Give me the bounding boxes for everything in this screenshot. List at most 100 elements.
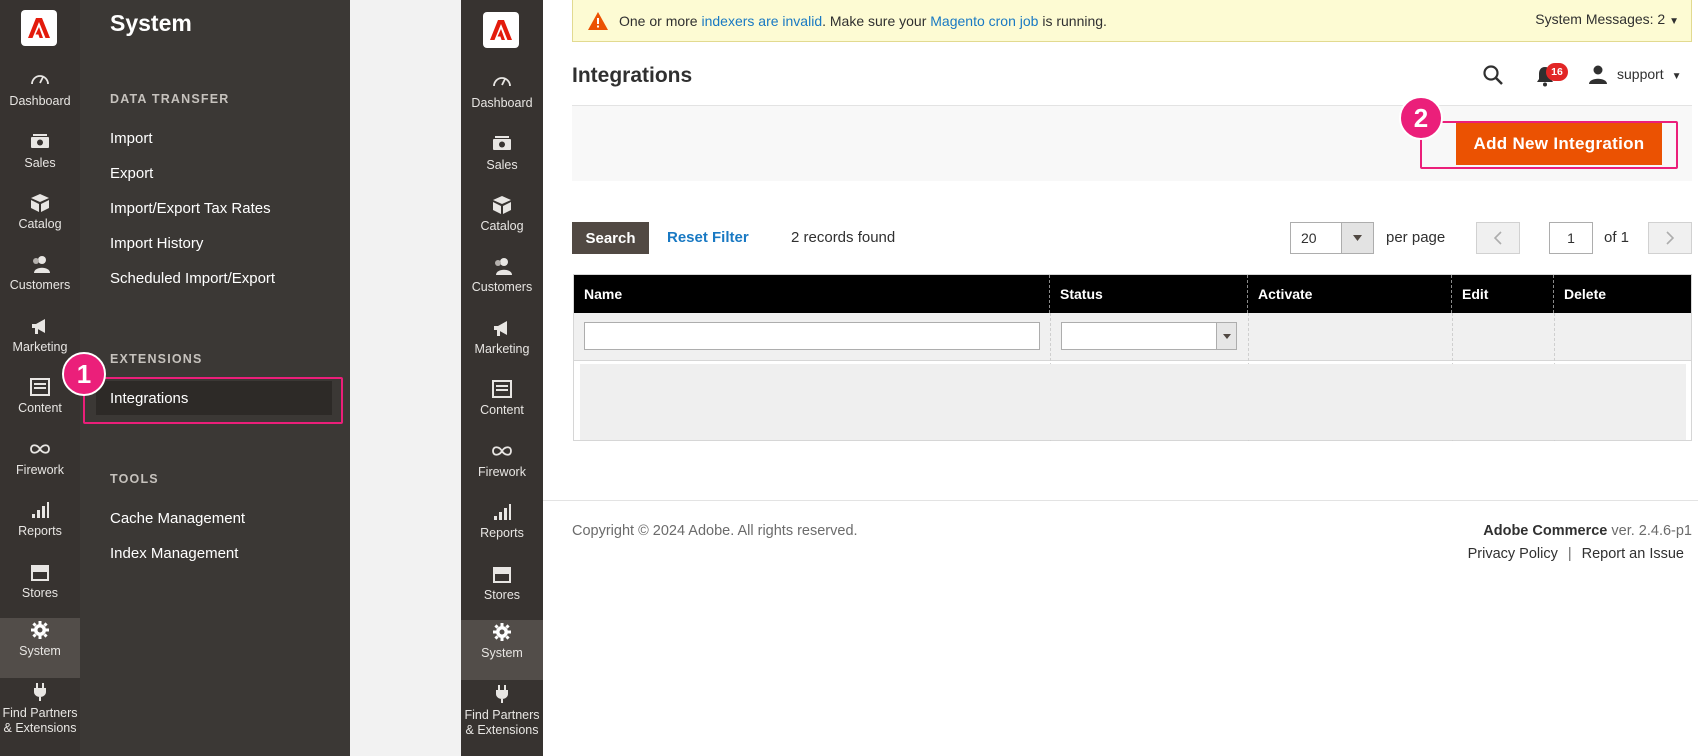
nav-item-label: System (481, 646, 523, 660)
column-header-edit: Edit (1452, 275, 1554, 313)
page-title: Integrations (572, 64, 693, 87)
status-filter-select[interactable] (1061, 322, 1237, 350)
table-row[interactable] (580, 402, 1686, 440)
nav-item-label: Firework (478, 465, 526, 479)
system-messages-count[interactable]: System Messages: 2 ▼ (1535, 11, 1679, 27)
reports-icon (492, 500, 512, 526)
indexers-link[interactable]: indexers are invalid (701, 13, 822, 29)
menu-import[interactable]: Import (110, 130, 153, 147)
sales-icon (30, 130, 50, 156)
adobe-logo-icon[interactable] (483, 12, 519, 48)
footer-links: Privacy Policy | Report an Issue (1467, 546, 1684, 562)
previous-page-button[interactable] (1476, 222, 1520, 254)
plug-icon (492, 682, 512, 708)
nav-item-dashboard[interactable]: Dashboard (0, 68, 80, 128)
column-header-name[interactable]: Name (574, 275, 1050, 313)
dashboard-icon (30, 68, 50, 94)
nav-item-label: Catalog (480, 219, 524, 233)
search-button[interactable]: Search (572, 222, 649, 254)
adobe-logo-icon[interactable] (21, 10, 57, 46)
nav-item-dashboard[interactable]: Dashboard (461, 70, 543, 130)
system-flyout-menu: System DATA TRANSFER Import Export Impor… (80, 0, 350, 756)
chevron-down-icon: ▼ (1669, 16, 1679, 27)
notification-badge: 16 (1546, 63, 1568, 81)
cron-job-link[interactable]: Magento cron job (930, 13, 1038, 29)
nav-item-label: Find Partners & Extensions (2, 706, 78, 735)
chevron-down-icon (1216, 323, 1236, 349)
chevron-right-icon (1666, 231, 1674, 245)
nav-item-system[interactable]: System (0, 618, 80, 678)
next-page-button[interactable] (1648, 222, 1692, 254)
nav-item-label: System (19, 644, 61, 658)
nav-item-catalog[interactable]: Catalog (461, 193, 543, 253)
nav-item-label: Content (18, 401, 62, 415)
nav-item-label: Catalog (18, 217, 62, 231)
add-new-integration-button[interactable]: Add New Integration (1456, 123, 1662, 165)
per-page-select[interactable]: 20 (1290, 222, 1374, 254)
nav-item-reports[interactable]: Reports (0, 498, 80, 558)
nav-item-partners[interactable]: Find Partners & Extensions (0, 680, 80, 750)
integrations-grid: Name Status Activate Edit Delete (573, 274, 1692, 441)
screenshot-gap (350, 0, 461, 756)
nav-item-system[interactable]: System (461, 620, 543, 680)
nav-item-sales[interactable]: Sales (0, 130, 80, 190)
footer-divider (543, 500, 1698, 501)
grid-header: Name Status Activate Edit Delete (574, 275, 1691, 313)
section-data-transfer: DATA TRANSFER (110, 92, 230, 106)
records-found: 2 records found (791, 229, 896, 246)
user-icon[interactable] (1588, 64, 1608, 84)
menu-index-management[interactable]: Index Management (110, 545, 238, 562)
section-tools: TOOLS (110, 472, 159, 486)
stores-icon (30, 560, 50, 586)
table-row[interactable] (580, 364, 1686, 402)
nav-item-stores[interactable]: Stores (461, 562, 543, 622)
reports-icon (30, 498, 50, 524)
nav-item-label: Stores (21, 586, 59, 600)
page-count: of 1 (1604, 229, 1630, 246)
gear-icon (492, 620, 512, 646)
user-menu[interactable]: support ▼ (1617, 66, 1682, 82)
nav-item-customers[interactable]: Customers (461, 254, 543, 314)
per-page-value: 20 (1301, 230, 1317, 246)
system-message-bar: One or more indexers are invalid. Make s… (572, 0, 1692, 42)
nav-item-reports[interactable]: Reports (461, 500, 543, 560)
section-extensions: EXTENSIONS (110, 352, 203, 366)
column-header-status[interactable]: Status (1050, 275, 1248, 313)
nav-item-label: Find Partners & Extensions (464, 708, 540, 737)
search-icon[interactable] (1482, 64, 1504, 86)
nav-item-marketing[interactable]: Marketing (461, 316, 543, 376)
flyout-title: System (110, 10, 192, 36)
step-badge-1: 1 (62, 352, 106, 396)
nav-item-content[interactable]: Content (461, 377, 543, 437)
name-filter-input[interactable] (584, 322, 1040, 350)
reset-filter-link[interactable]: Reset Filter (667, 229, 749, 246)
column-header-activate: Activate (1248, 275, 1452, 313)
customers-icon (30, 252, 50, 278)
menu-export[interactable]: Export (110, 165, 153, 182)
nav-item-label: Dashboard (471, 96, 533, 110)
menu-import-export-tax-rates[interactable]: Import/Export Tax Rates (110, 200, 271, 217)
chevron-down-icon[interactable] (1341, 223, 1373, 253)
nav-item-partners[interactable]: Find Partners & Extensions (461, 682, 543, 752)
nav-item-firework[interactable]: Firework (461, 439, 543, 499)
nav-item-sales[interactable]: Sales (461, 132, 543, 192)
menu-cache-management[interactable]: Cache Management (110, 510, 245, 527)
nav-item-catalog[interactable]: Catalog (0, 191, 80, 251)
column-header-delete: Delete (1564, 286, 1607, 302)
menu-scheduled-import-export[interactable]: Scheduled Import/Export (110, 270, 275, 287)
report-issue-link[interactable]: Report an Issue (1582, 546, 1684, 562)
page-number-input[interactable] (1549, 222, 1593, 254)
nav-item-label: Customers (9, 278, 71, 292)
menu-integrations[interactable]: Integrations (110, 390, 188, 407)
stores-icon (492, 562, 512, 588)
nav-item-customers[interactable]: Customers (0, 252, 80, 312)
nav-item-stores[interactable]: Stores (0, 560, 80, 620)
plug-icon (30, 680, 50, 706)
privacy-policy-link[interactable]: Privacy Policy (1468, 546, 1558, 562)
nav-item-label: Sales (486, 158, 518, 172)
nav-item-label: Marketing (12, 340, 68, 354)
menu-import-history[interactable]: Import History (110, 235, 203, 252)
nav-item-firework[interactable]: Firework (0, 437, 80, 497)
marketing-icon (30, 314, 50, 340)
firework-icon (492, 439, 512, 465)
